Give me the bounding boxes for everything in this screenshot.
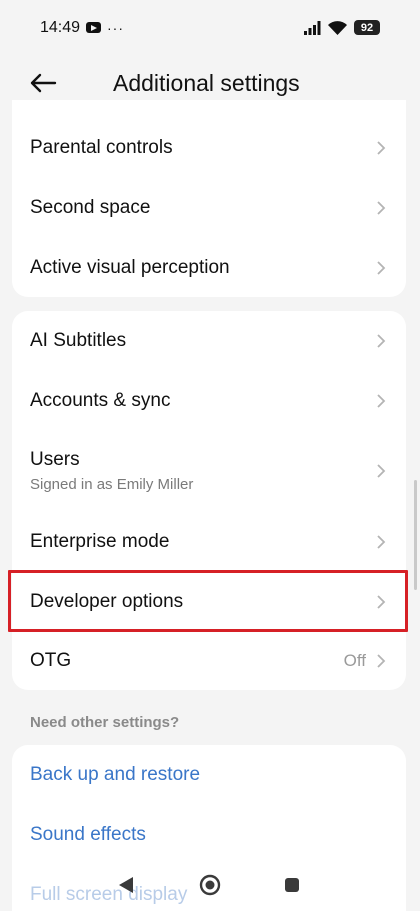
- back-arrow-icon: [30, 73, 57, 93]
- row-sublabel: Signed in as Emily Miller: [30, 476, 194, 493]
- row-label: AI Subtitles: [30, 330, 127, 351]
- chevron-right-icon: [377, 334, 386, 348]
- row-label: Parental controls: [30, 137, 173, 158]
- row-label: Second space: [30, 197, 151, 218]
- status-time: 14:49: [40, 19, 81, 36]
- otg-row[interactable]: OTG Off: [12, 631, 406, 691]
- chevron-right-icon: [377, 201, 386, 215]
- second-space-row[interactable]: Second space: [12, 178, 406, 238]
- chevron-right-icon: [377, 141, 386, 155]
- chevron-right-icon: [377, 464, 386, 478]
- row-label: OTG: [30, 650, 72, 671]
- link-label: Back up and restore: [30, 764, 201, 785]
- scrollbar[interactable]: [414, 480, 417, 590]
- parental-controls-row[interactable]: Parental controls: [12, 118, 406, 178]
- chevron-right-icon: [377, 654, 386, 668]
- ai-subtitles-row[interactable]: AI Subtitles: [12, 311, 406, 371]
- more-notifications-icon: ···: [107, 19, 124, 36]
- nav-recents-icon[interactable]: [285, 878, 299, 892]
- accounts-sync-row[interactable]: Accounts & sync: [12, 371, 406, 431]
- status-bar: 14:49 ··· 92: [0, 0, 420, 58]
- row-label: Accounts & sync: [30, 390, 171, 411]
- chevron-right-icon: [377, 535, 386, 549]
- row-label: Developer options: [30, 591, 184, 612]
- enterprise-mode-row[interactable]: Enterprise mode: [12, 512, 406, 572]
- nav-back-icon[interactable]: [118, 876, 134, 894]
- battery-indicator: 92: [354, 20, 380, 35]
- youtube-notification-icon: [86, 22, 101, 33]
- users-row[interactable]: Users Signed in as Emily Miller: [12, 439, 406, 509]
- page-title: Additional settings: [113, 70, 300, 96]
- back-up-restore-link[interactable]: Back up and restore: [12, 745, 406, 805]
- settings-card-1: Parental controls Second space Active vi…: [12, 100, 406, 297]
- chevron-right-icon: [377, 595, 386, 609]
- system-navigation-bar: [0, 860, 420, 911]
- otg-status-value: Off: [343, 651, 366, 670]
- status-notification-icons: ···: [86, 19, 124, 36]
- nav-home-icon[interactable]: [199, 874, 221, 896]
- developer-options-row[interactable]: Developer options: [12, 572, 406, 632]
- link-label: Sound effects: [30, 824, 146, 845]
- status-system-icons: 92: [304, 20, 380, 35]
- signal-icon: [304, 20, 321, 35]
- sound-effects-link[interactable]: Sound effects: [12, 805, 406, 865]
- active-visual-perception-row[interactable]: Active visual perception: [12, 238, 406, 298]
- section-header: Need other settings?: [30, 714, 180, 731]
- back-button[interactable]: [26, 68, 60, 98]
- row-label: Enterprise mode: [30, 531, 170, 552]
- chevron-right-icon: [377, 261, 386, 275]
- settings-card-2: AI Subtitles Accounts & sync Users Signe…: [12, 311, 406, 690]
- row-label: Active visual perception: [30, 257, 230, 278]
- wifi-icon: [328, 20, 347, 35]
- row-label: Users: [30, 449, 80, 470]
- chevron-right-icon: [377, 394, 386, 408]
